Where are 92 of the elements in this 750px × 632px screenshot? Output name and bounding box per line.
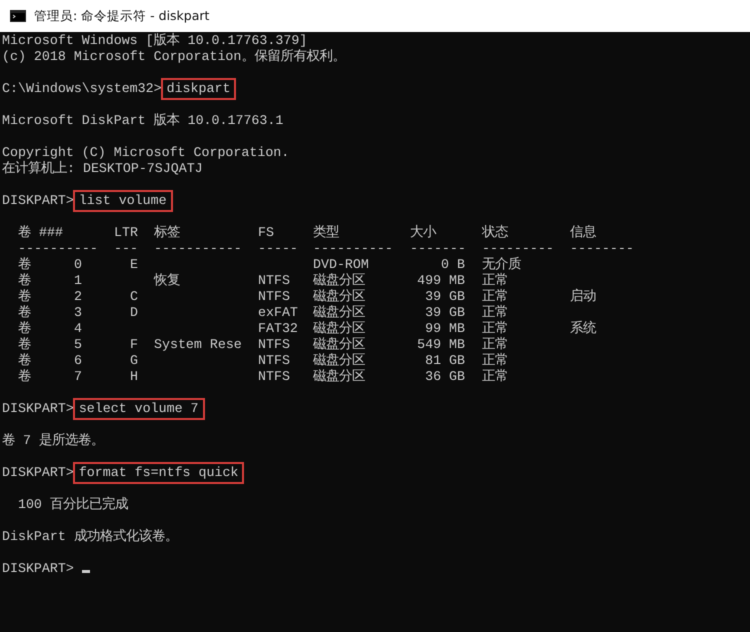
table-cell-text: 6 [73, 353, 83, 369]
table-cell-text: 39 GB [424, 305, 466, 321]
console-text: 在计算机上: DESKTOP-7SJQATJ [2, 161, 203, 177]
console-text: Microsoft Windows [版本 10.0.17763.379] [2, 33, 308, 49]
table-cell-text: 系统 [570, 321, 598, 337]
table-cell-text: 正常 [482, 273, 509, 288]
table-cell-text: 3 [73, 305, 83, 321]
prompt-text: DISKPART> [2, 401, 74, 417]
column-rule: -------- [570, 241, 635, 257]
table-cell-text: NTFS [258, 273, 291, 289]
prompt-text: DISKPART> [2, 561, 74, 577]
table-cell-text: 99 MB [424, 321, 466, 337]
console-text: 100 百分比已完成 [16, 497, 128, 513]
column-rule: --------- [482, 241, 555, 256]
prompt-text: C:\Windows\system32> [2, 81, 162, 97]
column-rule: ------- [410, 241, 467, 257]
table-cell-text: 卷 [18, 337, 32, 353]
table-cell-text: 499 MB [416, 273, 466, 289]
table-cell-text: E [129, 257, 139, 273]
table-cell-text: 磁盘分区 [313, 321, 366, 337]
table-cell-text: 磁盘分区 [313, 273, 366, 289]
table-cell-text: 磁盘分区 [313, 305, 366, 321]
console-text: (c) 2018 Microsoft Corporation。保留所有权利。 [2, 49, 346, 65]
table-cell-text: 卷 [18, 273, 32, 289]
table-cell-text: 正常 [482, 369, 509, 385]
table-cell-text: NTFS [258, 289, 291, 305]
column-header: FS [258, 225, 275, 241]
prompt-text: DISKPART> [2, 465, 74, 481]
prompt-text: DISKPART> [2, 193, 74, 209]
table-cell-text: FAT32 [258, 321, 299, 337]
column-rule: --- [114, 241, 139, 257]
table-cell-text: 7 [73, 369, 83, 385]
column-rule: ---------- [18, 241, 99, 257]
table-cell-text: 正常 [482, 305, 509, 320]
column-rule: ----------- [154, 241, 243, 257]
table-cell-text: 5 [73, 337, 83, 353]
column-header: 状态 [482, 225, 509, 241]
table-cell-text: G [129, 353, 139, 369]
console-icon [10, 10, 26, 22]
table-cell-text: NTFS [258, 337, 291, 353]
table-cell-text: 卷 [18, 321, 32, 337]
table-cell-text: System Rese [154, 337, 243, 353]
command-text: format fs=ntfs quick [72, 462, 244, 484]
table-cell-text: 正常 [482, 353, 509, 368]
table-cell-text: 无介质 [482, 257, 522, 272]
table-cell-text: 81 GB [424, 353, 466, 369]
table-cell-text: 0 B [440, 257, 466, 273]
column-rule: ---------- [313, 241, 394, 257]
table-cell-text: 39 GB [424, 289, 466, 305]
column-header: 卷 ### [18, 225, 64, 241]
table-cell-text: 卷 [18, 257, 32, 273]
table-cell-text: 549 MB [416, 337, 466, 353]
console-text: Microsoft DiskPart 版本 10.0.17763.1 [2, 113, 284, 129]
table-cell-text: 磁盘分区 [313, 289, 366, 305]
table-cell-text: NTFS [258, 369, 291, 385]
table-cell-text: H [129, 369, 139, 385]
table-cell-text: 36 GB [424, 369, 466, 385]
table-cell-text: 磁盘分区 [313, 369, 366, 385]
table-cell-text: 卷 [18, 353, 32, 369]
column-header: 信息 [570, 225, 597, 241]
command-text: diskpart [160, 78, 236, 100]
column-header: LTR [114, 225, 139, 241]
column-header: 大小 [410, 225, 438, 241]
command-text: list volume [72, 190, 173, 212]
table-cell-text: 4 [73, 321, 83, 337]
table-cell-text: D [129, 305, 139, 321]
console-text: 卷 7 是所选卷。 [2, 433, 104, 449]
table-cell-text: NTFS [258, 353, 291, 369]
table-cell-text: 1 [73, 273, 83, 289]
table-cell-text: 卷 [18, 305, 32, 321]
column-header: 标签 [154, 225, 181, 241]
table-cell-text: DVD-ROM [313, 257, 370, 273]
window-title: 管理员: 命令提示符 - diskpart [34, 8, 210, 24]
table-cell-text: 磁盘分区 [313, 337, 366, 353]
table-cell-text: 正常 [482, 337, 509, 352]
table-cell-text: C [129, 289, 139, 305]
table-cell-text: 恢复 [154, 273, 181, 289]
table-cell-text: 正常 [482, 321, 509, 336]
console-text: Copyright (C) Microsoft Corporation. [2, 145, 290, 160]
table-cell-text: F [129, 337, 139, 353]
command-text: select volume 7 [72, 398, 205, 420]
console-text: DiskPart 成功格式化该卷。 [2, 529, 178, 545]
table-cell-text: 启动 [570, 289, 597, 305]
table-cell-text: 2 [73, 289, 83, 305]
table-cell-text: 正常 [482, 289, 509, 304]
column-rule: ----- [258, 241, 299, 257]
table-cell-text: 卷 [18, 369, 32, 385]
table-cell-text: 卷 [18, 289, 32, 305]
table-cell-text: exFAT [258, 305, 299, 321]
table-cell-text: 0 [73, 257, 83, 273]
column-header: 类型 [313, 225, 340, 241]
table-cell-text: 磁盘分区 [313, 353, 366, 369]
